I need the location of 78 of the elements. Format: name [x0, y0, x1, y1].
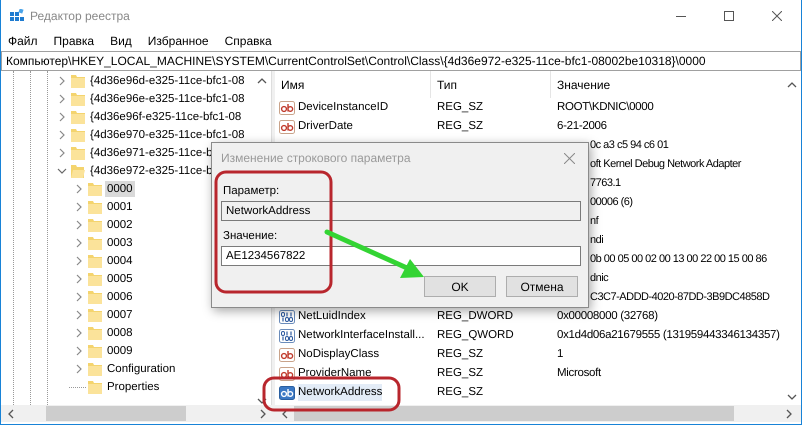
scroll-up-icon[interactable]: [257, 77, 267, 84]
dialog-title: Изменение строкового параметра: [221, 150, 411, 167]
text-field[interactable]: AE1234567822: [221, 246, 581, 266]
cancel-button[interactable]: Отмена: [506, 276, 578, 297]
scroll-right-icon[interactable]: [786, 408, 793, 418]
field-label: Параметр:: [223, 184, 280, 198]
tree-item[interactable]: 0005: [105, 271, 135, 287]
tree-item[interactable]: {4d36e96d-e325-11ce-bfc1-08: [88, 73, 247, 89]
value-type: REG_QWORD: [437, 328, 514, 341]
value-type: REG_DWORD: [437, 310, 514, 322]
tree-item[interactable]: 0002: [105, 217, 135, 233]
value-data: C3C7-ADDD-4020-87DD-3B9DC4858D: [590, 291, 770, 304]
scrollbar-thumb[interactable]: [46, 406, 186, 421]
value-data: 7763.1: [590, 177, 621, 190]
menu-item[interactable]: Вид: [105, 31, 137, 51]
value-data: 0b 00 05 00 02 00 13 00 22 00 15 00 86: [590, 253, 767, 266]
value-name[interactable]: NoDisplayClass: [298, 346, 380, 364]
tree-item[interactable]: 0009: [105, 343, 135, 359]
value-type: REG_SZ: [437, 100, 484, 113]
value-data: dnic: [590, 272, 608, 284]
value-data: Microsoft: [557, 366, 601, 379]
value-data: 0x1d4d06a21679555 (131959443346134357): [557, 328, 780, 341]
tree-item[interactable]: 0004: [105, 253, 135, 269]
scroll-down-icon[interactable]: [787, 394, 797, 401]
column-header[interactable]: Имя: [275, 71, 431, 98]
value-data: nf: [590, 215, 598, 228]
scroll-down-icon[interactable]: [257, 398, 267, 405]
menu-item[interactable]: Избранное: [142, 31, 214, 51]
field-label: Значение:: [223, 229, 278, 243]
tree-item[interactable]: 0000: [105, 181, 135, 197]
value-data: 6-21-2006: [557, 120, 607, 132]
value-data: 0c a3 c5 94 c6 01: [590, 139, 668, 152]
value-type: REG_SZ: [437, 386, 484, 398]
tree-item[interactable]: 0003: [105, 235, 135, 251]
column-header[interactable]: Значение: [551, 71, 783, 98]
tree-item[interactable]: 0006: [105, 289, 135, 305]
tree-item[interactable]: 0007: [105, 307, 135, 323]
tree-item[interactable]: {4d36e971-e325-11ce-b: [88, 145, 215, 161]
tree-item[interactable]: 0001: [105, 199, 135, 215]
tree-item[interactable]: Configuration: [105, 361, 178, 377]
tree-item[interactable]: {4d36e970-e325-11ce-bfc1-08: [88, 127, 247, 143]
app-icon: [10, 8, 24, 22]
value-type: REG_SZ: [437, 120, 484, 132]
value-name[interactable]: DeviceInstanceID: [298, 98, 388, 116]
value-data: 0x00008000 (32768): [557, 310, 658, 322]
column-header[interactable]: Тип: [431, 71, 551, 98]
value-name[interactable]: NetworkAddress: [298, 384, 382, 402]
value-name[interactable]: NetworkInterfaceInstall...: [298, 326, 425, 344]
menu-item[interactable]: Файл: [3, 31, 43, 51]
value-data: oft Kernel Debug Network Adapter: [590, 158, 741, 170]
tree-item[interactable]: 0008: [105, 325, 135, 341]
value-name[interactable]: NetLuidIndex: [298, 308, 366, 326]
tree-item[interactable]: Properties: [105, 379, 162, 395]
scroll-right-icon[interactable]: [260, 408, 267, 418]
value-type: REG_SZ: [437, 366, 484, 379]
tree-item[interactable]: {4d36e972-e325-11ce-b: [88, 163, 215, 179]
value-data: 1: [557, 348, 564, 360]
menu-item[interactable]: Справка: [220, 31, 277, 51]
value-type: REG_SZ: [437, 348, 484, 360]
value-data: ROOT\KDNIC\0000: [557, 100, 654, 113]
tree-item[interactable]: {4d36e96e-e325-11ce-bfc1-08: [88, 91, 247, 107]
value-name[interactable]: DriverDate: [298, 118, 353, 136]
value-data: 00006 (6): [590, 196, 633, 208]
window-title: Редактор реестра: [30, 8, 130, 24]
tree-item[interactable]: {4d36e96f-e325-11ce-bfc1-08: [88, 109, 244, 125]
menu-item[interactable]: Правка: [48, 31, 100, 51]
scrollbar-thumb[interactable]: [294, 406, 734, 421]
scroll-up-icon[interactable]: [787, 81, 797, 88]
ok-button[interactable]: OK: [424, 276, 496, 297]
value-data: ndi: [590, 234, 604, 246]
chevron-down-icon[interactable]: [56, 166, 68, 176]
maximize-icon: [724, 10, 734, 20]
scroll-left-icon[interactable]: [7, 408, 14, 418]
address-field[interactable]: Компьютер\HKEY_LOCAL_MACHINE\SYSTEM\CurrentControlSet\Control\Class\{4d36e972-e325-11ce-bfc1-08002be10318}\0000: [1, 51, 801, 71]
value-name[interactable]: ProviderName: [298, 364, 372, 382]
close-icon: [772, 10, 782, 20]
scroll-left-icon[interactable]: [281, 408, 288, 418]
close-icon: [564, 152, 574, 164]
